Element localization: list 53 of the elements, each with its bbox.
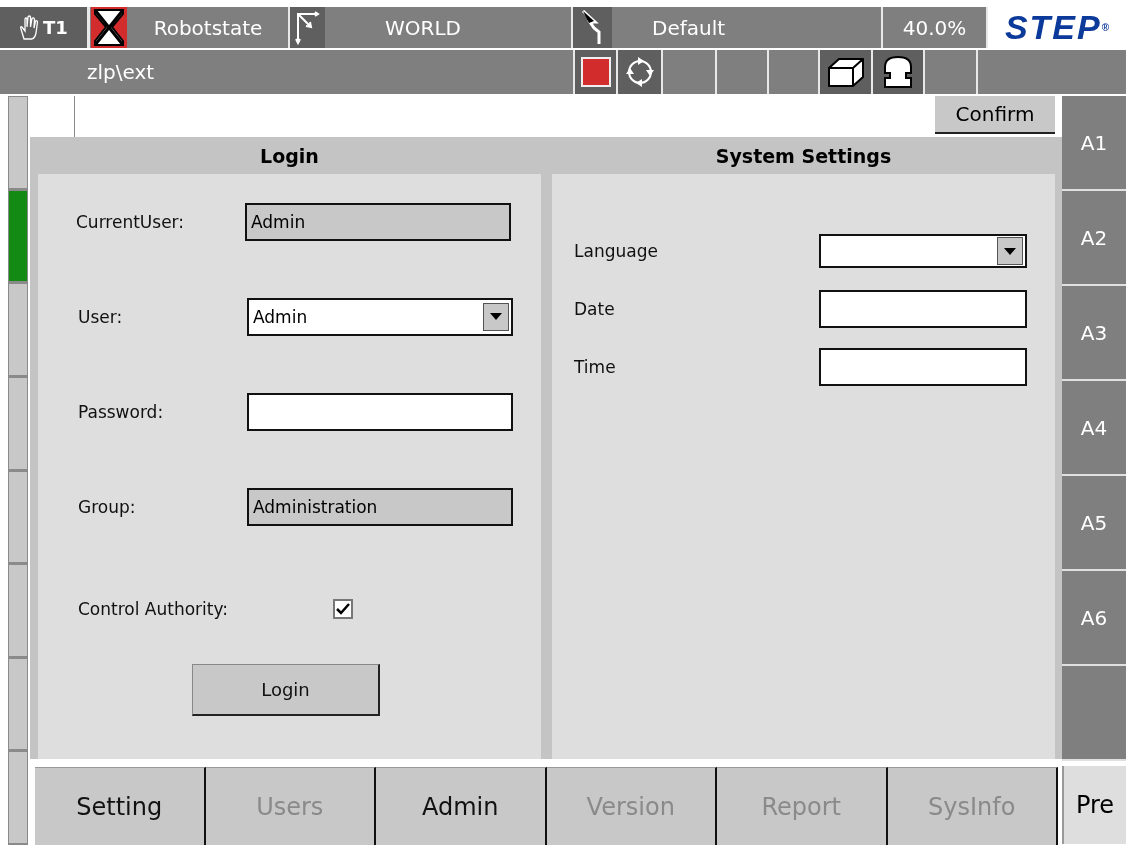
panel-title: System Settings [715,144,892,167]
hand-icon [19,14,40,41]
cube-icon [826,56,865,88]
input-field[interactable] [819,290,1027,328]
checkbox[interactable] [333,599,353,619]
panel-title: Login [260,144,319,167]
side-key[interactable] [8,96,28,190]
caret-icon [490,313,502,320]
login-button[interactable]: Login [192,664,380,716]
side-key[interactable] [8,470,28,565]
field-label: Group: [78,496,137,517]
side-key[interactable] [8,564,28,658]
side-key[interactable] [8,751,28,845]
hourglass-icon [91,7,127,48]
axis-key[interactable]: A3 [1062,286,1126,381]
program-path: zlp\ext [87,60,155,84]
dropdown[interactable] [819,234,1027,268]
rotate-arrows-icon [623,56,656,88]
caret-icon [1004,247,1016,255]
confirm-button[interactable]: Confirm [935,96,1055,134]
pre-button[interactable]: Pre [1062,766,1126,844]
mode-label: T1 [43,17,68,38]
square-icon [580,57,611,87]
field-label: Date [574,299,616,319]
side-key[interactable] [8,283,28,377]
tool-label: Default [652,15,726,40]
side-key[interactable] [8,189,28,284]
axis-key[interactable]: A6 [1062,571,1126,666]
override-label: 40.0% [902,15,967,40]
field-label: Language [574,241,659,261]
blank-key[interactable] [1062,666,1126,761]
side-key[interactable] [8,376,28,471]
check-icon [336,603,350,615]
mushroom-button-icon [881,55,915,89]
field-label: Time [574,357,617,377]
password-field[interactable] [247,392,513,431]
coordinate-system-label: WORLD [385,15,461,40]
coordinate-frame-icon [294,10,321,45]
axis-key[interactable]: A5 [1062,476,1126,571]
input-field[interactable] [819,348,1027,386]
axis-key[interactable]: A2 [1062,191,1126,286]
field-label: User: [78,306,124,327]
logo: STEP$^{®}$ [988,7,1126,48]
axis-key[interactable]: A1 [1062,96,1126,191]
robot-state-label: Robotstate [153,15,263,40]
tab[interactable]: Setting [35,767,206,845]
side-key[interactable] [8,657,28,752]
field-label: Password: [78,401,165,422]
axis-key[interactable]: A4 [1062,381,1126,476]
field-label: Control Authority: [78,599,230,619]
field-label: CurrentUser: [76,211,186,232]
dropdown[interactable]: Admin [247,297,513,336]
tab[interactable]: Admin [376,767,547,845]
